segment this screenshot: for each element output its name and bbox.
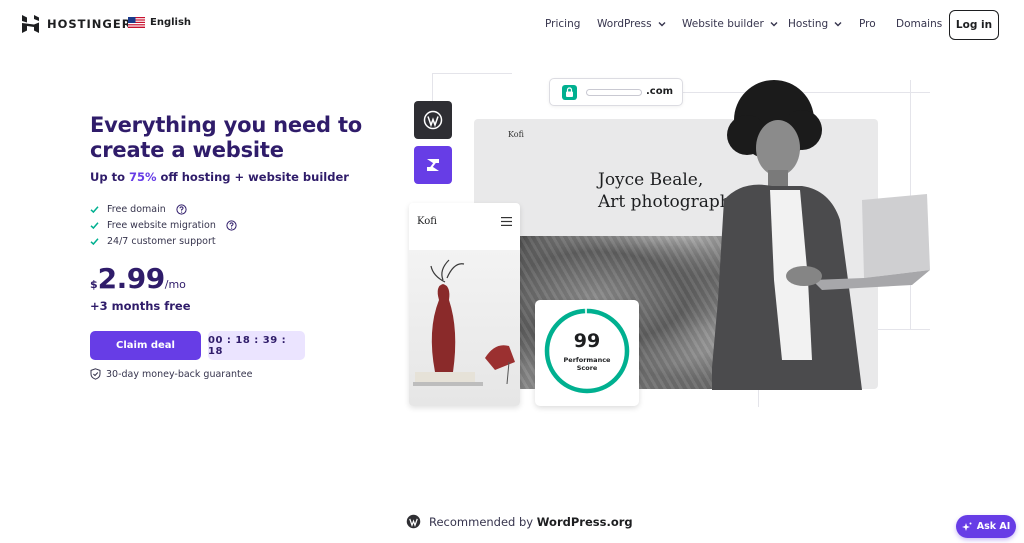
site-header: HOSTINGER English Pricing WordPress Webs… bbox=[0, 0, 1024, 50]
nav-label: Pro bbox=[859, 18, 876, 30]
logo-text: HOSTINGER bbox=[47, 17, 132, 31]
site-logo: Kofi bbox=[508, 130, 524, 139]
url-suffix: .com bbox=[646, 86, 674, 97]
subtitle-suffix: off hosting + website builder bbox=[156, 170, 349, 184]
us-flag-icon bbox=[128, 17, 145, 28]
feature-label: 24/7 customer support bbox=[107, 235, 216, 247]
ask-ai-button[interactable]: Ask AI bbox=[956, 515, 1016, 538]
check-icon bbox=[90, 221, 99, 229]
shield-check-icon bbox=[90, 368, 101, 380]
check-icon bbox=[90, 205, 99, 213]
nav-hosting[interactable]: Hosting bbox=[788, 18, 842, 30]
nav-pricing[interactable]: Pricing bbox=[545, 18, 580, 30]
wordpress-icon bbox=[406, 514, 421, 529]
hostinger-logo[interactable]: HOSTINGER bbox=[22, 15, 132, 33]
performance-label-line2: Score bbox=[576, 364, 598, 372]
nav-pro[interactable]: Pro bbox=[859, 18, 876, 30]
wordpress-icon bbox=[423, 110, 443, 130]
grid-line bbox=[432, 73, 433, 103]
wordpress-app-tile bbox=[414, 101, 452, 139]
grid-line bbox=[432, 73, 512, 74]
guarantee-label: 30-day money-back guarantee bbox=[106, 368, 253, 380]
price-period: /mo bbox=[164, 278, 186, 291]
recommended-by: Recommended by WordPress.org bbox=[406, 514, 633, 529]
performance-label-line1: Performance bbox=[563, 356, 611, 364]
grid-line bbox=[758, 389, 759, 407]
chevron-down-icon bbox=[658, 22, 666, 27]
help-circle-icon[interactable] bbox=[226, 219, 237, 231]
countdown-timer: 00 : 18 : 39 : 18 bbox=[208, 331, 305, 360]
lock-icon bbox=[562, 85, 577, 100]
person-with-laptop-image bbox=[712, 80, 930, 390]
hero-title: Everything you need to create a website bbox=[90, 113, 363, 162]
check-icon bbox=[90, 237, 99, 245]
feature-list: Free domain Free website migration 24/7 … bbox=[90, 201, 237, 249]
claim-deal-button[interactable]: Claim deal bbox=[90, 331, 201, 360]
money-back-guarantee: 30-day money-back guarantee bbox=[90, 368, 252, 380]
chevron-down-icon bbox=[834, 22, 842, 27]
list-item: Free domain bbox=[90, 201, 237, 217]
login-button[interactable]: Log in bbox=[949, 10, 999, 40]
url-placeholder bbox=[586, 89, 642, 96]
feature-label: Free website migration bbox=[107, 219, 216, 231]
help-circle-icon[interactable] bbox=[176, 203, 187, 215]
nav-label: Pricing bbox=[545, 18, 581, 30]
nav-label: Domains bbox=[896, 18, 943, 30]
hostinger-logo-icon bbox=[22, 15, 39, 33]
subtitle-prefix: Up to bbox=[90, 170, 129, 184]
performance-score: 99 bbox=[573, 330, 601, 352]
vase-illustration bbox=[413, 259, 515, 386]
nav-label: WordPress bbox=[597, 18, 652, 30]
language-label: English bbox=[150, 17, 192, 28]
nav-website-builder[interactable]: Website builder bbox=[682, 18, 778, 30]
recommended-brand: WordPress.org bbox=[536, 514, 633, 529]
chevron-down-icon bbox=[770, 22, 778, 27]
bonus-text: +3 months free bbox=[90, 299, 191, 313]
language-selector[interactable]: English bbox=[128, 17, 191, 28]
price: $ 2.99 /mo bbox=[90, 262, 186, 295]
nav-label: Website builder bbox=[682, 18, 764, 30]
sparkle-icon bbox=[961, 522, 972, 531]
mobile-preview: Kofi bbox=[409, 203, 520, 406]
hero-subtitle: Up to 75% off hosting + website builder bbox=[90, 170, 349, 184]
list-item: Free website migration bbox=[90, 217, 237, 233]
ask-ai-label: Ask AI bbox=[976, 521, 1011, 532]
recommended-text: Recommended by WordPress.org bbox=[429, 515, 633, 529]
nav-domains[interactable]: Domains bbox=[896, 18, 942, 30]
vase-photo bbox=[409, 250, 520, 406]
nav-wordpress[interactable]: WordPress bbox=[597, 18, 666, 30]
site-heading: Joyce Beale, Art photograph bbox=[598, 170, 731, 212]
price-currency: $ bbox=[90, 278, 98, 291]
subtitle-discount: 75% bbox=[128, 170, 157, 184]
mobile-logo: Kofi bbox=[417, 216, 437, 227]
feature-label: Free domain bbox=[107, 203, 166, 215]
website-builder-app-tile bbox=[414, 146, 452, 184]
hamburger-menu-icon bbox=[501, 217, 512, 226]
recommended-prefix: Recommended by bbox=[429, 514, 537, 529]
performance-score-card: 99 Performance Score bbox=[535, 300, 639, 406]
performance-ring bbox=[544, 308, 630, 394]
performance-label: Performance Score bbox=[535, 356, 639, 372]
website-builder-icon bbox=[427, 159, 439, 171]
list-item: 24/7 customer support bbox=[90, 233, 237, 249]
nav-label: Hosting bbox=[788, 18, 829, 30]
price-amount: 2.99 bbox=[97, 262, 166, 295]
url-bar: .com bbox=[549, 78, 683, 106]
